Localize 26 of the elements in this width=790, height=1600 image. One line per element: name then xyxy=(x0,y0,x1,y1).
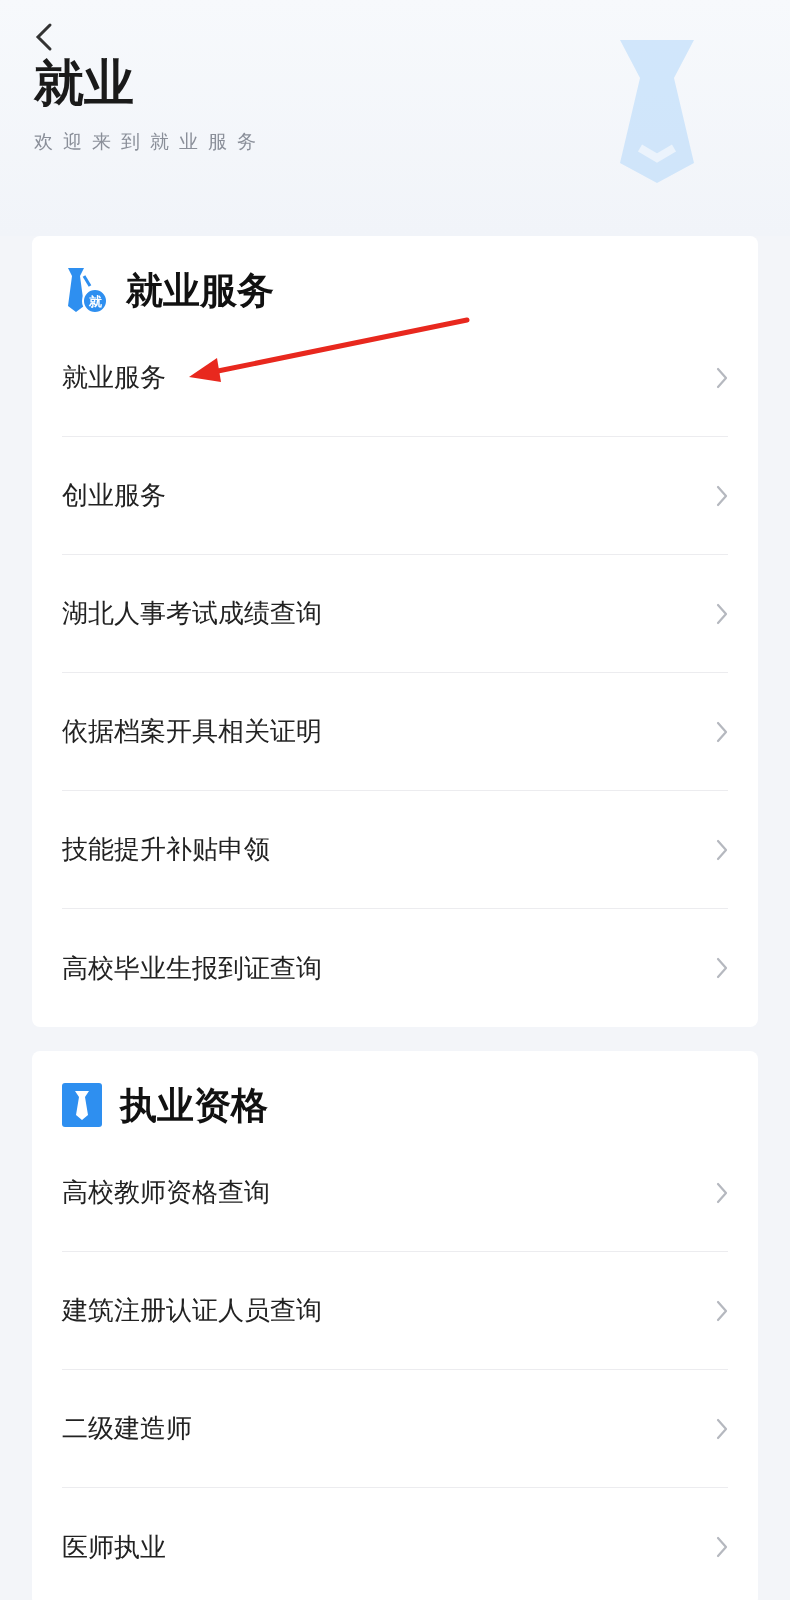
service-item[interactable]: 依据档案开具相关证明 xyxy=(62,673,728,791)
page-subtitle: 欢迎来到就业服务 xyxy=(34,130,266,154)
chevron-right-icon xyxy=(716,1417,728,1440)
section-title: 就业服务 xyxy=(126,271,274,309)
service-item[interactable]: 技能提升补贴申领 xyxy=(62,791,728,909)
tie-icon xyxy=(62,1083,102,1127)
service-item[interactable]: 湖北人事考试成绩查询 xyxy=(62,555,728,673)
chevron-right-icon xyxy=(716,484,728,507)
badge-text: 就 xyxy=(82,288,108,314)
chevron-right-icon xyxy=(716,366,728,389)
chevron-right-icon xyxy=(716,1536,728,1558)
chevron-right-icon xyxy=(716,1181,728,1204)
service-item[interactable]: 创业服务 xyxy=(62,437,728,555)
service-item[interactable]: 建筑注册认证人员查询 xyxy=(62,1252,728,1370)
back-icon[interactable] xyxy=(34,22,54,52)
service-item[interactable]: 高校教师资格查询 xyxy=(62,1134,728,1252)
chevron-right-icon xyxy=(716,720,728,743)
service-item[interactable]: 高校毕业生报到证查询 xyxy=(62,909,728,1027)
page-title: 就业 xyxy=(34,58,135,108)
service-item[interactable]: 医师执业 xyxy=(62,1488,728,1600)
chevron-right-icon xyxy=(716,838,728,861)
chevron-right-icon xyxy=(716,602,728,625)
section-title: 执业资格 xyxy=(120,1086,268,1124)
chevron-right-icon xyxy=(716,1299,728,1322)
service-item[interactable]: 二级建造师 xyxy=(62,1370,728,1488)
chevron-right-icon xyxy=(716,957,728,979)
